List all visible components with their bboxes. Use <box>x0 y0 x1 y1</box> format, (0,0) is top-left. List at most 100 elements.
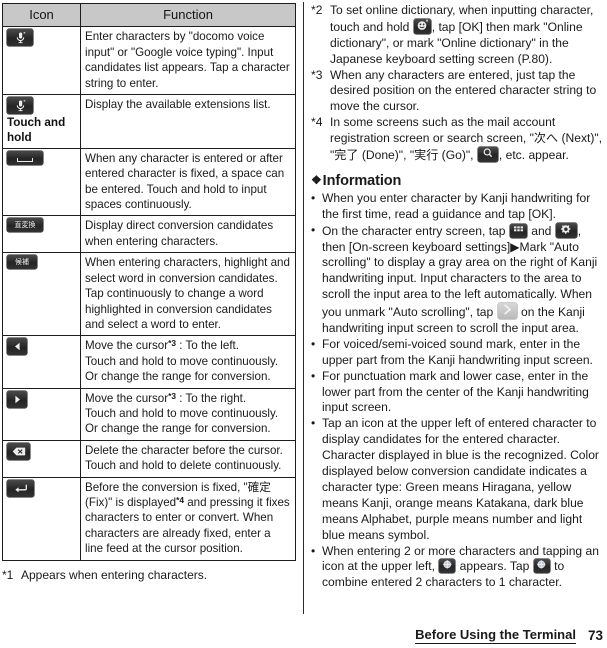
footnote-ref: *3 <box>168 390 177 401</box>
table-row: 直変換 Display direct conversion candidates… <box>2 215 296 254</box>
left-column: Icon Function Enter characters by "docom… <box>0 0 303 648</box>
list-item-text: For punctuation mark and lower case, ent… <box>322 368 589 415</box>
footnote-3: *3 When any characters are entered, just… <box>311 68 603 116</box>
bullet-icon: • <box>311 190 316 205</box>
text-segment: and <box>527 223 555 238</box>
bullet-icon: • <box>311 222 316 237</box>
footer-section-title: Before Using the Terminal <box>415 627 576 644</box>
icon-cell <box>2 476 81 561</box>
list-item: • For voiced/semi-voiced sound mark, ent… <box>311 337 603 369</box>
function-text-post: : To the right. <box>176 391 247 405</box>
enter-key-icon <box>7 479 34 497</box>
function-text-pre: Move the cursor <box>85 391 169 405</box>
function-line-3: Or change the range for conversion. <box>85 370 271 384</box>
arrow-right-key-icon <box>7 390 27 408</box>
list-item: • On the character entry screen, tap and… <box>311 222 603 337</box>
combine-key-icon <box>533 559 550 574</box>
footnote-text: When any characters are entered, just ta… <box>330 67 597 114</box>
information-list: • When you enter character by Kanji hand… <box>311 191 603 591</box>
arrow-left-key-icon <box>7 338 27 356</box>
diamond-icon: ❖ <box>311 172 322 187</box>
function-cell: Before the conversion is fixed, "確定 (Fix… <box>80 476 296 561</box>
list-item-text: When you enter character by Kanji handwr… <box>322 190 591 221</box>
function-cell: When any character is entered or after e… <box>80 147 296 217</box>
footnote-text: In some screens such as the mail account… <box>330 115 603 164</box>
function-cell: When entering characters, highlight and … <box>80 252 296 337</box>
column-header-icon: Icon <box>2 2 81 28</box>
grid-key-icon <box>509 223 527 238</box>
icon-cell <box>2 147 81 217</box>
right-column: *2 To set online dictionary, when inputt… <box>303 0 607 648</box>
footnote-text-part2: , etc. appear. <box>498 148 569 163</box>
list-item: • When you enter character by Kanji hand… <box>311 191 603 223</box>
table-row: When any character is entered or after e… <box>2 147 296 217</box>
text-segment: On the character entry screen, tap <box>322 223 509 238</box>
search-key-icon <box>477 147 498 163</box>
footnote-mark: *1 <box>2 567 14 582</box>
page-number: 73 <box>587 628 603 643</box>
list-item: • Tap an icon at the upper left of enter… <box>311 416 603 543</box>
icon-cell <box>2 335 81 389</box>
information-heading-text: Information <box>322 172 402 189</box>
microphone-icon <box>7 29 33 47</box>
function-cell: Display direct conversion candidates whe… <box>80 215 296 254</box>
combine-key-icon <box>439 559 456 574</box>
function-cell: Delete the character before the cursor. … <box>80 439 296 478</box>
candidates-key-icon: 候補 <box>7 255 37 270</box>
function-text-pre: Move the cursor <box>85 339 169 353</box>
footnote-ref: *3 <box>168 338 177 349</box>
footnote-1: *1 Appears when entering characters. <box>2 568 297 584</box>
two-column-layout: Icon Function Enter characters by "docom… <box>0 0 607 648</box>
bullet-icon: • <box>311 543 316 558</box>
icon-cell <box>2 439 81 478</box>
list-item-text: For voiced/semi-voiced sound mark, enter… <box>322 336 593 367</box>
footnote-4: *4 In some screens such as the mail acco… <box>311 115 603 164</box>
table-header-row: Icon Function <box>2 2 296 28</box>
footnote-mark: *3 <box>311 67 323 82</box>
space-key-icon <box>7 150 43 165</box>
backspace-key-icon <box>7 442 30 460</box>
table-row: Touch and hold Display the available ext… <box>2 93 296 149</box>
table-row: Before the conversion is fixed, "確定 (Fix… <box>2 476 296 561</box>
key-function-table: Icon Function Enter characters by "docom… <box>2 2 296 561</box>
function-cell: Display the available extensions list. <box>80 93 296 149</box>
table-row: Enter characters by "docomo voice input"… <box>2 26 296 95</box>
table-row: Delete the character before the cursor. … <box>2 439 296 478</box>
function-cell: Move the cursor*3 : To the right. Touch … <box>80 387 296 441</box>
table-row: 候補 When entering characters, highlight a… <box>2 252 296 337</box>
footnote-text: Appears when entering characters. <box>21 567 208 582</box>
icon-cell <box>2 26 81 95</box>
emoji-key-icon <box>413 18 431 34</box>
footnote-text: To set online dictionary, when inputting… <box>330 3 603 68</box>
function-cell: Move the cursor*3 : To the left. Touch a… <box>80 335 296 389</box>
function-line-3: Or change the range for conversion. <box>85 422 271 436</box>
list-item-text: When entering 2 or more characters and t… <box>322 544 603 592</box>
space-bar-glyph <box>17 157 33 162</box>
list-item: • For punctuation mark and lower case, e… <box>311 369 603 417</box>
function-line-2: Touch and hold to move continuously. <box>85 354 279 368</box>
icon-cell: 候補 <box>2 252 81 337</box>
scroll-right-icon <box>497 303 517 320</box>
information-heading: ❖Information <box>311 173 603 189</box>
footnote-mark: *4 <box>311 115 323 130</box>
bullet-icon: • <box>311 336 316 351</box>
footnote-2: *2 To set online dictionary, when inputt… <box>311 3 603 68</box>
function-line-2: Touch and hold to move continuously. <box>85 406 279 420</box>
list-item-text: Tap an icon at the upper left of entered… <box>322 416 599 542</box>
bullet-icon: • <box>311 416 316 431</box>
icon-cell: 直変換 <box>2 215 81 254</box>
function-text-post: : To the left. <box>176 339 239 353</box>
list-item-text: On the character entry screen, tap and ,… <box>322 222 603 337</box>
settings-key-icon <box>555 222 577 238</box>
right-footnotes: *2 To set online dictionary, when inputt… <box>311 3 603 164</box>
column-header-function: Function <box>80 2 296 28</box>
bullet-icon: • <box>311 368 316 383</box>
direct-conversion-key-icon: 直変換 <box>7 218 43 233</box>
function-cell: Enter characters by "docomo voice input"… <box>80 26 296 95</box>
footnote-mark: *2 <box>311 3 323 17</box>
table-row: Move the cursor*3 : To the right. Touch … <box>2 387 296 441</box>
left-footnotes: *1 Appears when entering characters. <box>2 568 297 584</box>
table-row: Move the cursor*3 : To the left. Touch a… <box>2 335 296 389</box>
manual-page: Icon Function Enter characters by "docom… <box>0 0 607 648</box>
list-item: • When entering 2 or more characters and… <box>311 544 603 592</box>
